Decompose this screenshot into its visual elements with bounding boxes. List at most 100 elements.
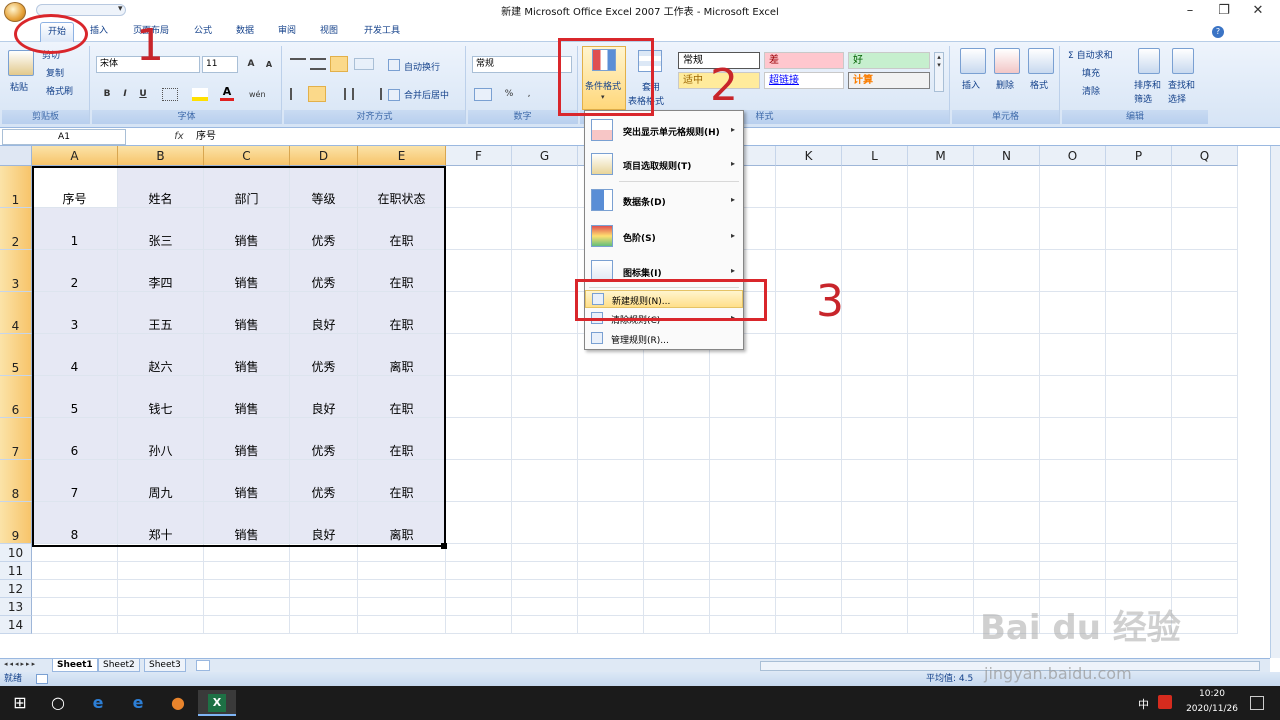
wrap-text-button[interactable]: 自动换行	[404, 60, 440, 73]
style-hyperlink[interactable]: 超链接	[764, 72, 844, 89]
menu-highlight-rules[interactable]: 突出显示单元格规则(H) ▸	[585, 115, 743, 145]
format-cells-button[interactable]: 格式	[1030, 78, 1048, 91]
menu-data-bars[interactable]: 数据条(D) ▸	[585, 185, 743, 215]
notification-icon[interactable]	[1250, 696, 1264, 710]
table-cell[interactable]: 销售	[204, 250, 290, 292]
decrease-indent-icon[interactable]	[352, 88, 366, 100]
font-size-select[interactable]: 11	[202, 56, 238, 73]
column-header[interactable]: C	[204, 146, 290, 166]
search-icon[interactable]: ○	[40, 690, 76, 716]
menu-color-scales[interactable]: 色阶(S) ▸	[585, 221, 743, 251]
table-cell[interactable]: 销售	[204, 334, 290, 376]
autosum-button[interactable]: Σ 自动求和	[1068, 48, 1113, 61]
row-header[interactable]: 5	[0, 334, 32, 376]
row-header[interactable]: 1	[0, 166, 32, 208]
sort-filter-icon[interactable]	[1138, 48, 1160, 74]
table-cell[interactable]: 周九	[118, 460, 204, 502]
table-cell[interactable]: 优秀	[290, 208, 358, 250]
row-header[interactable]: 8	[0, 460, 32, 502]
tab-formulas[interactable]: 公式	[188, 22, 218, 42]
format-painter-button[interactable]: 格式刷	[46, 84, 73, 97]
tab-developer[interactable]: 开发工具	[356, 22, 408, 42]
column-header[interactable]: A	[32, 146, 118, 166]
column-header[interactable]: Q	[1172, 146, 1238, 166]
paste-button[interactable]: 粘贴	[10, 80, 28, 93]
number-format-select[interactable]: 常规	[472, 56, 572, 73]
orientation-icon[interactable]	[354, 58, 374, 70]
column-header[interactable]: K	[776, 146, 842, 166]
sheet-tab-1[interactable]: Sheet1	[52, 659, 98, 672]
underline-button[interactable]: U	[134, 86, 152, 103]
table-cell[interactable]: 在职	[358, 418, 446, 460]
increase-indent-icon[interactable]	[368, 88, 382, 100]
style-bad[interactable]: 差	[764, 52, 844, 69]
italic-button[interactable]: I	[116, 86, 134, 103]
table-cell[interactable]: 优秀	[290, 334, 358, 376]
currency-icon[interactable]	[474, 88, 492, 101]
table-cell[interactable]: 4	[32, 334, 118, 376]
menu-manage-rules[interactable]: 管理规则(R)...	[585, 330, 743, 348]
align-bottom-icon[interactable]	[330, 56, 348, 72]
column-header[interactable]: G	[512, 146, 578, 166]
table-cell[interactable]: 优秀	[290, 250, 358, 292]
row-header[interactable]: 13	[0, 598, 32, 616]
shrink-font-button[interactable]: A	[260, 56, 278, 73]
column-header[interactable]: D	[290, 146, 358, 166]
macro-record-icon[interactable]	[36, 674, 48, 684]
column-header[interactable]: B	[118, 146, 204, 166]
name-box[interactable]: A1	[2, 129, 126, 145]
table-cell[interactable]: 离职	[358, 502, 446, 544]
table-header-cell[interactable]: 部门	[204, 166, 290, 208]
border-icon[interactable]	[162, 88, 178, 101]
find-select-label-2[interactable]: 选择	[1168, 92, 1186, 105]
column-header[interactable]: N	[974, 146, 1040, 166]
row-header[interactable]: 4	[0, 292, 32, 334]
fx-icon[interactable]: fx	[170, 129, 188, 145]
fill-color-icon[interactable]	[192, 88, 208, 101]
row-header[interactable]: 6	[0, 376, 32, 418]
help-icon[interactable]: ?	[1212, 26, 1224, 38]
table-cell[interactable]: 在职	[358, 208, 446, 250]
style-calculation[interactable]: 计算	[848, 72, 930, 89]
table-header-cell[interactable]: 等级	[290, 166, 358, 208]
table-cell[interactable]: 2	[32, 250, 118, 292]
row-header[interactable]: 11	[0, 562, 32, 580]
table-cell[interactable]: 优秀	[290, 418, 358, 460]
row-header[interactable]: 12	[0, 580, 32, 598]
minimize-button[interactable]: –	[1172, 0, 1208, 22]
edge-icon[interactable]: e	[120, 690, 156, 716]
table-cell[interactable]: 在职	[358, 460, 446, 502]
table-cell[interactable]: 优秀	[290, 460, 358, 502]
row-header[interactable]: 10	[0, 544, 32, 562]
row-header[interactable]: 2	[0, 208, 32, 250]
find-select-label-1[interactable]: 查找和	[1168, 78, 1195, 91]
table-cell[interactable]: 在职	[358, 376, 446, 418]
table-cell[interactable]: 销售	[204, 460, 290, 502]
insert-cells-icon[interactable]	[960, 48, 986, 74]
table-cell[interactable]: 销售	[204, 502, 290, 544]
clear-button[interactable]: 清除	[1082, 84, 1100, 97]
styles-scroll[interactable]: ▴ ▾	[934, 52, 944, 92]
table-cell[interactable]: 销售	[204, 208, 290, 250]
table-cell[interactable]: 离职	[358, 334, 446, 376]
table-cell[interactable]: 良好	[290, 376, 358, 418]
row-header[interactable]: 14	[0, 616, 32, 634]
table-cell[interactable]: 销售	[204, 376, 290, 418]
style-good[interactable]: 好	[848, 52, 930, 69]
fill-handle[interactable]	[441, 543, 447, 549]
close-button[interactable]: ✕	[1240, 0, 1276, 22]
sheet-tab-3[interactable]: Sheet3	[144, 659, 186, 672]
tab-data[interactable]: 数据	[230, 22, 260, 42]
column-header[interactable]: O	[1040, 146, 1106, 166]
merge-icon[interactable]	[388, 89, 400, 101]
tab-review[interactable]: 审阅	[272, 22, 302, 42]
table-cell[interactable]: 7	[32, 460, 118, 502]
format-cells-icon[interactable]	[1028, 48, 1054, 74]
table-cell[interactable]: 在职	[358, 292, 446, 334]
table-cell[interactable]: 良好	[290, 502, 358, 544]
table-cell[interactable]: 郑十	[118, 502, 204, 544]
vertical-scrollbar[interactable]	[1270, 146, 1280, 658]
sort-filter-label-1[interactable]: 排序和	[1134, 78, 1161, 91]
copy-button[interactable]: 复制	[46, 66, 64, 79]
table-cell[interactable]: 李四	[118, 250, 204, 292]
